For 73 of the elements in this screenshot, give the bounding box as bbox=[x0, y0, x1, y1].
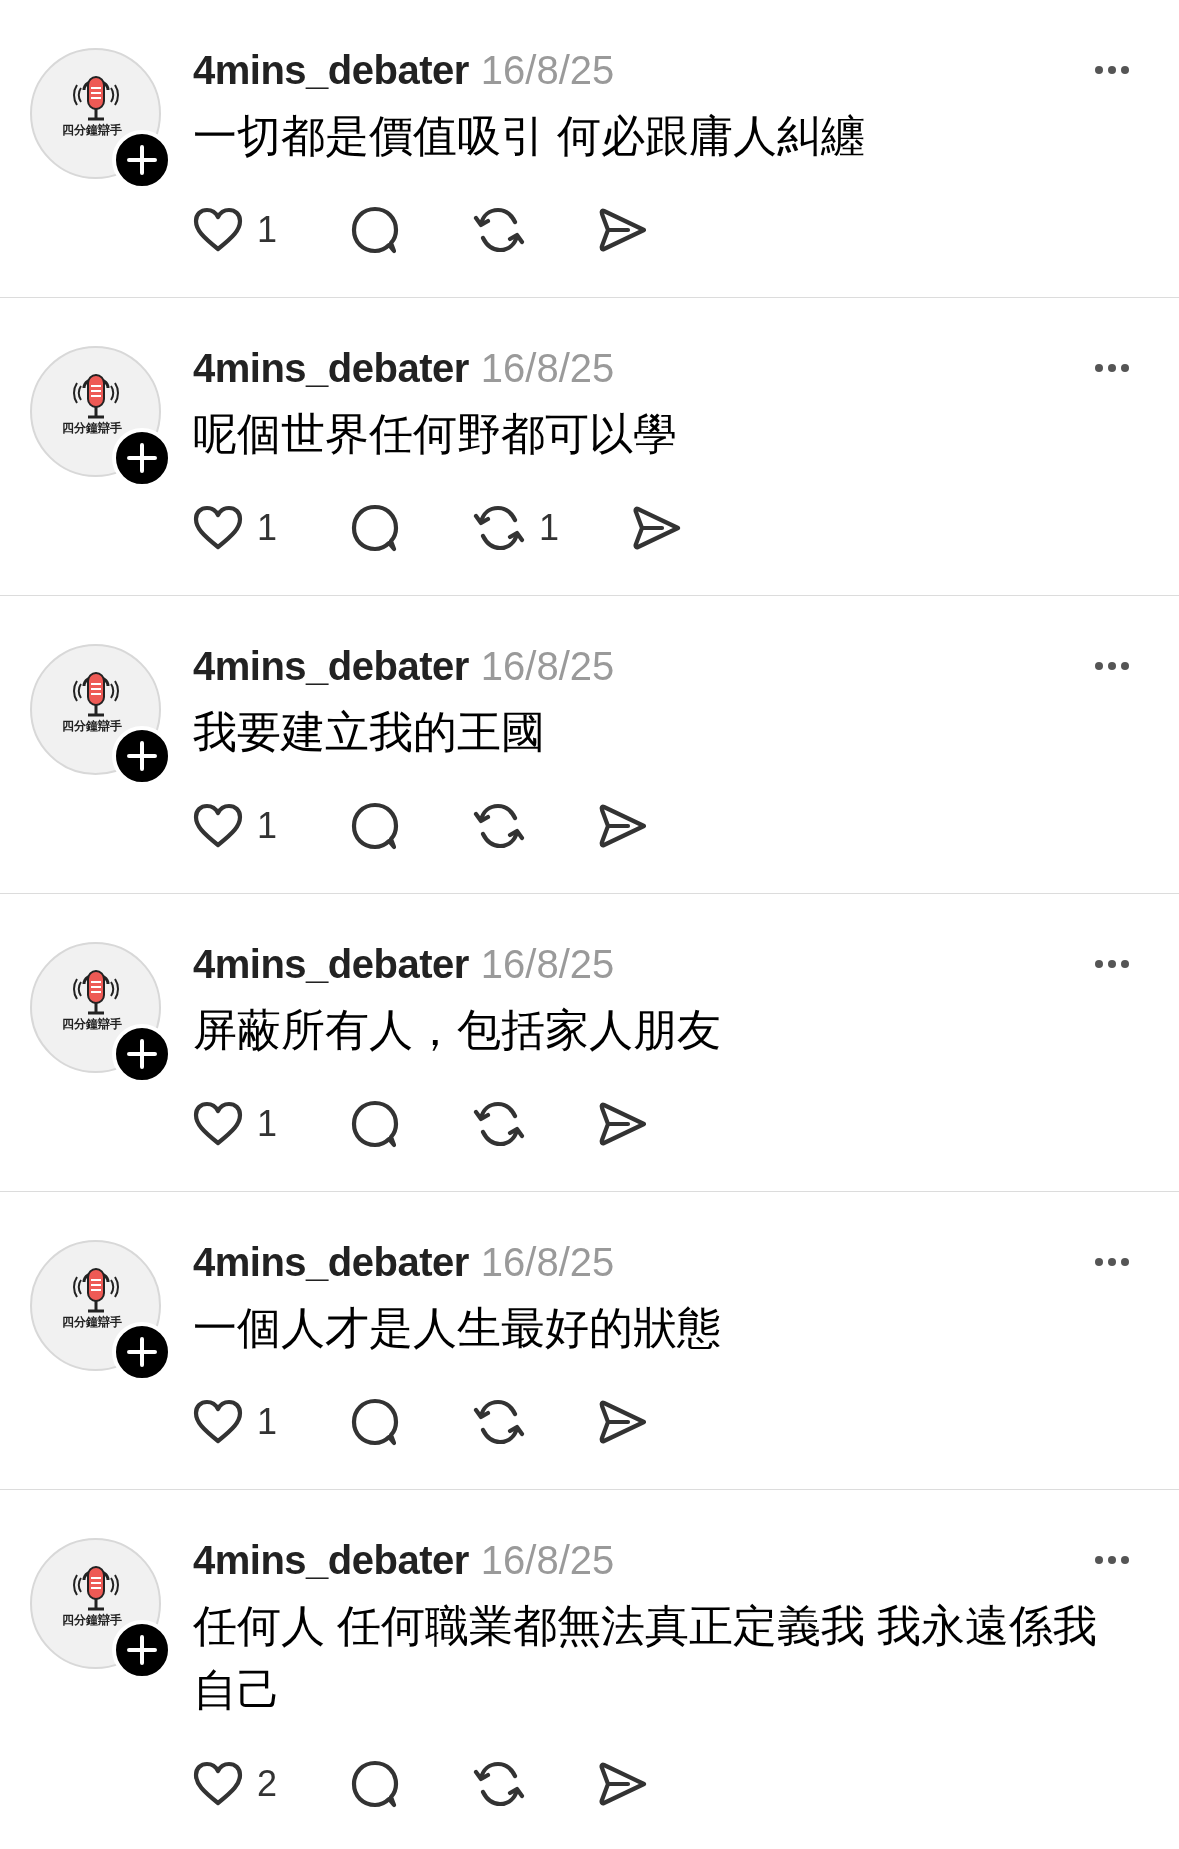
more-icon[interactable] bbox=[1094, 959, 1130, 969]
username[interactable]: 4mins_debater bbox=[193, 938, 469, 990]
post-text: 任何人 任何職業都無法真正定義我 我永遠係我自己 bbox=[193, 1600, 1099, 1716]
share-icon[interactable] bbox=[598, 803, 649, 849]
heart-icon[interactable] bbox=[193, 505, 243, 551]
logo-text: 四分鐘辯手 bbox=[61, 1316, 122, 1329]
like-count: 1 bbox=[257, 212, 278, 248]
comment-icon[interactable] bbox=[350, 503, 401, 553]
username[interactable]: 4mins_debater bbox=[193, 1236, 469, 1288]
repost-icon[interactable] bbox=[473, 503, 526, 553]
logo-text: 四分鐘辯手 bbox=[61, 1614, 122, 1627]
like-count: 1 bbox=[257, 510, 278, 546]
microphone-logo-icon bbox=[72, 1564, 119, 1612]
logo-text: 四分鐘辯手 bbox=[61, 720, 122, 733]
post-date: 16/8/25 bbox=[480, 345, 615, 392]
logo-text: 四分鐘辯手 bbox=[61, 124, 122, 137]
heart-icon[interactable] bbox=[193, 207, 243, 253]
heart-icon[interactable] bbox=[193, 1399, 243, 1445]
post-text: 屏蔽所有人，包括家人朋友 bbox=[193, 1004, 722, 1056]
microphone-logo-icon bbox=[72, 372, 119, 420]
repost-icon[interactable] bbox=[473, 1099, 526, 1149]
comment-icon[interactable] bbox=[350, 205, 401, 255]
repost-icon[interactable] bbox=[473, 801, 526, 851]
plus-icon bbox=[127, 1635, 157, 1665]
plus-icon bbox=[127, 1039, 157, 1069]
post-text: 一切都是價值吸引 何必跟庸人糾纏 bbox=[193, 110, 867, 162]
share-icon[interactable] bbox=[632, 505, 683, 551]
share-icon[interactable] bbox=[598, 1101, 649, 1147]
post-date: 16/8/25 bbox=[480, 1239, 615, 1286]
heart-icon[interactable] bbox=[193, 1761, 243, 1807]
heart-icon[interactable] bbox=[193, 803, 243, 849]
share-icon[interactable] bbox=[598, 1761, 649, 1807]
plus-icon bbox=[127, 1337, 157, 1367]
like-count: 1 bbox=[257, 1404, 278, 1440]
post-text: 一個人才是人生最好的狀態 bbox=[193, 1302, 722, 1354]
microphone-logo-icon bbox=[72, 670, 119, 718]
like-count: 1 bbox=[257, 808, 278, 844]
comment-icon[interactable] bbox=[350, 1099, 401, 1149]
more-icon[interactable] bbox=[1094, 363, 1130, 373]
comment-icon[interactable] bbox=[350, 801, 401, 851]
microphone-logo-icon bbox=[72, 74, 119, 122]
more-icon[interactable] bbox=[1094, 661, 1130, 671]
microphone-logo-icon bbox=[72, 968, 119, 1016]
like-count: 2 bbox=[257, 1766, 278, 1802]
microphone-logo-icon bbox=[72, 1266, 119, 1314]
plus-icon bbox=[127, 741, 157, 771]
post-text: 我要建立我的王國 bbox=[193, 706, 546, 758]
more-icon[interactable] bbox=[1094, 1555, 1130, 1565]
heart-icon[interactable] bbox=[193, 1101, 243, 1147]
username[interactable]: 4mins_debater bbox=[193, 44, 469, 96]
username[interactable]: 4mins_debater bbox=[193, 1534, 469, 1586]
post-date: 16/8/25 bbox=[480, 47, 615, 94]
plus-icon bbox=[127, 443, 157, 473]
username[interactable]: 4mins_debater bbox=[193, 342, 469, 394]
post-date: 16/8/25 bbox=[480, 643, 615, 690]
repost-count: 1 bbox=[539, 510, 560, 546]
comment-icon[interactable] bbox=[350, 1759, 401, 1809]
share-icon[interactable] bbox=[598, 1399, 649, 1445]
post-date: 16/8/25 bbox=[480, 1537, 615, 1584]
more-icon[interactable] bbox=[1094, 1257, 1130, 1267]
post-date: 16/8/25 bbox=[480, 941, 615, 988]
share-icon[interactable] bbox=[598, 207, 649, 253]
logo-text: 四分鐘辯手 bbox=[61, 1018, 122, 1031]
repost-icon[interactable] bbox=[473, 205, 526, 255]
comment-icon[interactable] bbox=[350, 1397, 401, 1447]
plus-icon bbox=[127, 145, 157, 175]
post-text: 呢個世界任何野都可以學 bbox=[193, 408, 678, 460]
logo-text: 四分鐘辯手 bbox=[61, 422, 122, 435]
repost-icon[interactable] bbox=[473, 1397, 526, 1447]
like-count: 1 bbox=[257, 1106, 278, 1142]
username[interactable]: 4mins_debater bbox=[193, 640, 469, 692]
repost-icon[interactable] bbox=[473, 1759, 526, 1809]
more-icon[interactable] bbox=[1094, 65, 1130, 75]
